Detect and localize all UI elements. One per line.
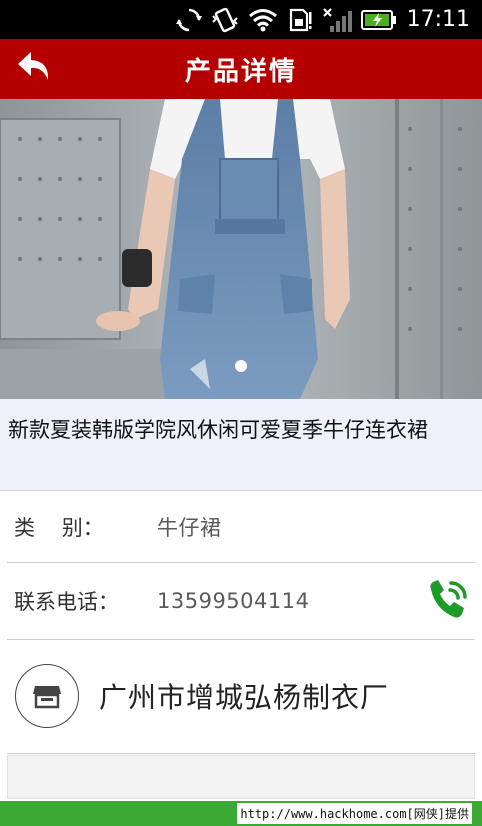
company-name: 广州市增城弘杨制衣厂 — [99, 681, 390, 714]
shop-icon — [15, 664, 79, 728]
phone-call-icon — [423, 579, 471, 630]
status-bar: 17:11 — [0, 0, 482, 39]
category-label: 类 别： — [14, 516, 104, 540]
no-signal-icon — [322, 7, 352, 33]
call-button[interactable] — [423, 577, 471, 625]
category-value: 牛仔裙 — [157, 516, 222, 540]
title-bar: 产品详情 — [0, 39, 482, 99]
product-image-carousel[interactable] — [0, 99, 482, 399]
sim-card-icon — [287, 7, 313, 33]
battery-charging-icon — [360, 9, 397, 31]
slide-indicator-dot[interactable] — [235, 360, 247, 372]
category-row: 类 别： 牛仔裙 — [7, 492, 475, 563]
page-title: 产品详情 — [184, 56, 297, 87]
back-arrow-icon — [15, 49, 55, 89]
wifi-icon — [248, 8, 278, 32]
watermark-bar: http://www.hackhome.com[网侠]提供 — [0, 801, 482, 826]
clock: 17:11 — [406, 7, 470, 32]
back-button[interactable] — [12, 47, 58, 91]
company-row[interactable]: 广州市增城弘杨制衣厂 — [7, 639, 475, 754]
product-name: 新款夏装韩版学院风休闲可爱夏季牛仔连衣裙 — [0, 399, 482, 491]
watermark-text: http://www.hackhome.com[网侠]提供 — [237, 803, 472, 824]
bottom-bar — [7, 755, 475, 799]
product-photo — [0, 99, 482, 399]
vibrate-icon — [211, 7, 239, 33]
phone-label: 联系电话： — [14, 589, 119, 614]
sync-icon — [175, 7, 202, 33]
phone-value[interactable]: 13599504114 — [157, 589, 309, 613]
phone-row: 联系电话： 13599504114 — [7, 562, 475, 640]
